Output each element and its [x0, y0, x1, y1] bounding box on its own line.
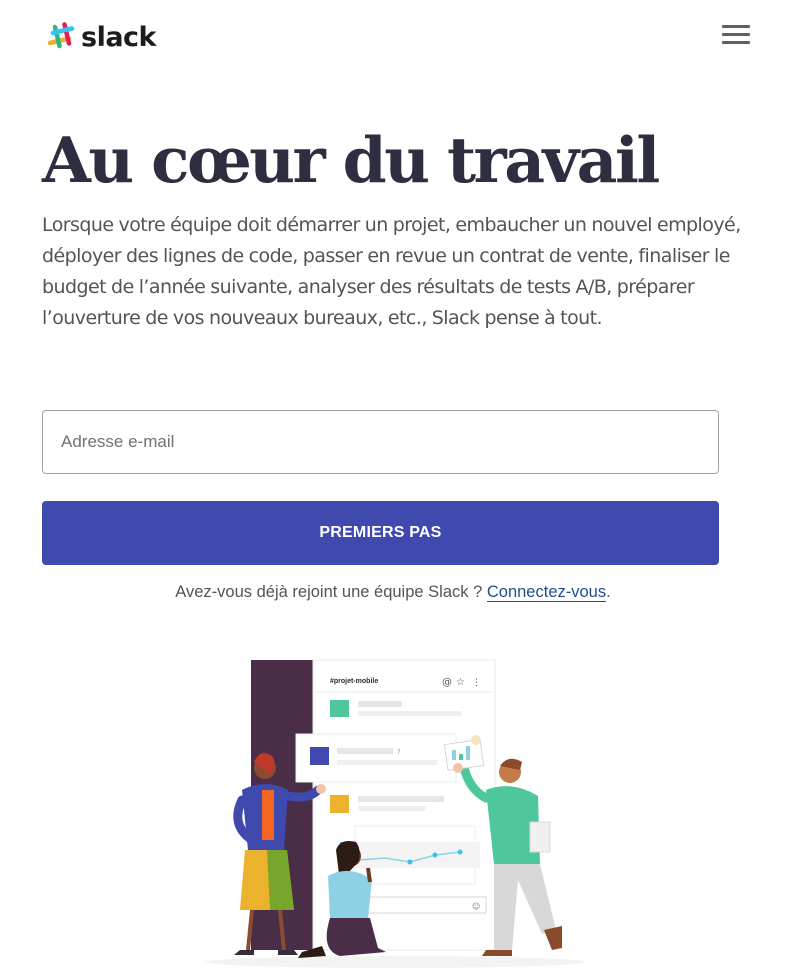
logo-wordmark: slack [81, 22, 157, 53]
more-icon: ⋮ [472, 678, 481, 688]
channel-name-label: #projet-mobile [330, 678, 378, 685]
signin-prompt: Avez-vous déjà rejoint une équipe Slack … [0, 580, 786, 604]
svg-text:?: ? [397, 748, 401, 756]
signin-prompt-text: Avez-vous déjà rejoint une équipe Slack … [175, 583, 487, 601]
avatar [310, 747, 329, 765]
email-field[interactable] [42, 410, 719, 474]
get-started-button[interactable]: PREMIERS PAS [42, 501, 719, 565]
avatar [330, 700, 349, 717]
slack-hash-icon [47, 22, 75, 49]
site-header: slack [0, 0, 786, 80]
emoji-icon: ☺ [472, 902, 480, 911]
mention-icon: @ [442, 677, 452, 688]
signin-prompt-suffix: . [606, 583, 611, 601]
hero-description: Lorsque votre équipe doit démarrer un pr… [42, 214, 741, 329]
star-icon: ☆ [456, 677, 465, 688]
avatar [330, 795, 349, 813]
team-illustration: #projet-mobile @ ☆ ⋮ ? ☺ [205, 659, 585, 968]
slack-logo[interactable]: slack [45, 22, 157, 54]
page-title: Au cœur du travail [42, 123, 660, 197]
hamburger-menu-icon[interactable] [722, 25, 750, 45]
signin-link[interactable]: Connectez-vous [486, 583, 607, 602]
